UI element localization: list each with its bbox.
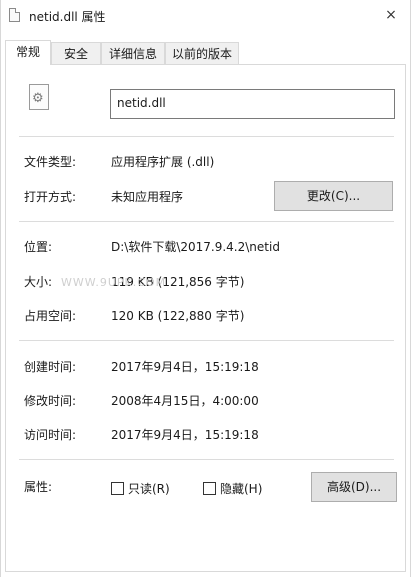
advanced-button[interactable]: 高级(D)...	[311, 472, 397, 502]
window-title: netid.dll 属性	[29, 10, 106, 24]
created-value: 2017年9月4日，15:19:18	[111, 360, 259, 374]
tab-general[interactable]: 常规	[5, 40, 51, 65]
file-type-label: 文件类型:	[24, 155, 77, 169]
accessed-value: 2017年9月4日，15:19:18	[111, 428, 259, 442]
close-button[interactable]: ×	[382, 6, 400, 24]
change-button[interactable]: 更改(C)...	[274, 181, 393, 211]
tab-previous-versions[interactable]: 以前的版本	[165, 42, 239, 64]
readonly-label: 只读(R)	[128, 482, 170, 496]
gear-icon: ⚙	[32, 91, 44, 106]
tab-security[interactable]: 安全	[51, 42, 101, 64]
location-value: D:\软件下载\2017.9.4.2\netid	[111, 240, 280, 254]
size-label: 大小:	[24, 275, 53, 289]
hidden-label: 隐藏(H)	[220, 482, 263, 496]
created-label: 创建时间:	[24, 360, 77, 374]
divider	[19, 459, 394, 460]
tab-details[interactable]: 详细信息	[101, 42, 165, 64]
modified-value: 2008年4月15日，4:00:00	[111, 394, 259, 408]
attributes-label: 属性:	[24, 480, 53, 494]
open-with-label: 打开方式:	[24, 190, 77, 204]
accessed-label: 访问时间:	[24, 428, 77, 442]
modified-label: 修改时间:	[24, 394, 77, 408]
hidden-checkbox[interactable]: 隐藏(H)	[203, 480, 262, 497]
open-with-value: 未知应用程序	[111, 190, 184, 204]
file-name-input[interactable]: netid.dll	[110, 89, 395, 119]
size-value: 119 KB (121,856 字节)	[111, 275, 245, 289]
checkbox-box[interactable]	[111, 482, 124, 495]
readonly-checkbox[interactable]: 只读(R)	[111, 480, 170, 497]
divider	[19, 136, 394, 137]
divider	[19, 221, 394, 222]
dll-file-icon: ⚙	[29, 84, 49, 110]
size-on-disk-label: 占用空间:	[24, 309, 77, 323]
size-on-disk-value: 120 KB (122,880 字节)	[111, 309, 245, 323]
divider	[19, 340, 394, 341]
location-label: 位置:	[24, 240, 53, 254]
checkbox-box[interactable]	[203, 482, 216, 495]
file-icon	[9, 8, 20, 22]
title-bar: netid.dll 属性 ×	[1, 0, 410, 30]
file-type-value: 应用程序扩展 (.dll)	[111, 155, 215, 169]
properties-window: netid.dll 属性 × 常规 安全 详细信息 以前的版本 ⚙ netid.…	[0, 0, 411, 577]
